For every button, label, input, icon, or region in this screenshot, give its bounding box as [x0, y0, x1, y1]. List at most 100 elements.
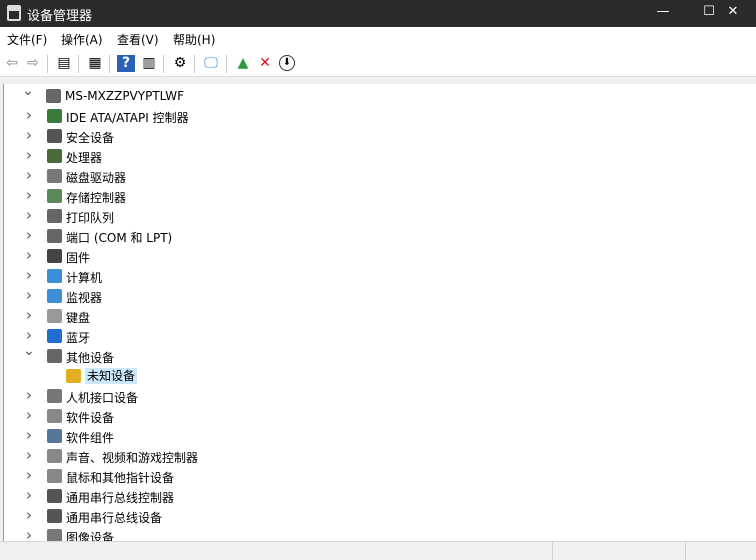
tree-item[interactable]: › IDE ATA/ATAPI 控制器: [4, 106, 704, 126]
chevron-right-icon[interactable]: ›: [23, 206, 35, 224]
tree-item[interactable]: › 存储控制器: [4, 186, 704, 206]
tree-item[interactable]: › 固件: [4, 246, 704, 266]
chevron-right-icon[interactable]: ›: [23, 506, 35, 524]
chevron-right-icon[interactable]: ›: [23, 146, 35, 164]
tree-item-unknown-device[interactable]: 未知设备: [4, 366, 704, 386]
tree-item-label: 键盘: [66, 311, 91, 325]
menu-bar: 文件(F) 操作(A) 查看(V) 帮助(H): [0, 27, 756, 50]
menu-help[interactable]: 帮助(H): [173, 31, 215, 48]
show-hide-console-tree-button[interactable]: ▤: [55, 55, 73, 72]
tree-item[interactable]: › 鼠标和其他指针设备: [4, 466, 704, 486]
toolbar-separator: [163, 55, 164, 73]
chevron-right-icon[interactable]: ›: [23, 426, 35, 444]
properties-button[interactable]: ▦: [86, 55, 104, 72]
chevron-right-icon[interactable]: ›: [23, 266, 35, 284]
tree-item[interactable]: › 通用串行总线设备: [4, 506, 704, 526]
tree-item[interactable]: › 键盘: [4, 306, 704, 326]
chevron-right-icon[interactable]: ›: [23, 286, 35, 304]
scan-hardware-icon: 🖵: [204, 55, 218, 71]
toolbar-separator: [78, 55, 79, 73]
tree-item[interactable]: › 处理器: [4, 146, 704, 166]
chevron-right-icon[interactable]: ›: [23, 406, 35, 424]
chevron-right-icon[interactable]: ›: [23, 466, 35, 484]
chevron-right-icon[interactable]: ›: [23, 386, 35, 404]
uninstall-device-button[interactable]: ✕: [256, 55, 274, 72]
forward-button[interactable]: ⇨: [24, 55, 42, 72]
device-category-icon: [47, 289, 62, 303]
tree-item[interactable]: › 计算机: [4, 266, 704, 286]
status-bar: [0, 541, 756, 560]
help-button[interactable]: ?: [117, 55, 135, 72]
title-bar: 设备管理器 — ☐ ✕: [0, 0, 756, 27]
chevron-down-icon[interactable]: ⌄: [23, 343, 35, 359]
tree-root-computer[interactable]: ⌄ MS-MXZZPVYPTLWF: [4, 84, 704, 106]
tree-item-label: 声音、视频和游戏控制器: [66, 451, 199, 465]
chevron-right-icon[interactable]: ›: [23, 186, 35, 204]
device-category-icon: [47, 449, 62, 463]
tree-item[interactable]: › 端口 (COM 和 LPT): [4, 226, 704, 246]
forward-icon: ⇨: [27, 55, 39, 71]
tree-item[interactable]: › 蓝牙: [4, 326, 704, 346]
chevron-right-icon[interactable]: ›: [23, 126, 35, 144]
tree-item[interactable]: › 监视器: [4, 286, 704, 306]
action-pane-icon: ▥: [142, 55, 156, 71]
chevron-right-icon[interactable]: ›: [23, 326, 35, 344]
tree-item[interactable]: ⌄ 其他设备: [4, 343, 704, 366]
chevron-right-icon[interactable]: ›: [23, 306, 35, 324]
tree-item[interactable]: › 软件组件: [4, 426, 704, 446]
properties-icon: ▦: [88, 55, 102, 71]
tree-item[interactable]: › 人机接口设备: [4, 386, 704, 406]
tree-item-label: 图像设备: [66, 531, 115, 541]
chevron-right-icon[interactable]: ›: [23, 106, 35, 124]
tree-item-label: 固件: [66, 251, 91, 265]
device-category-icon: [47, 429, 62, 443]
toolbar-separator: [226, 55, 227, 73]
tree-item[interactable]: › 软件设备: [4, 406, 704, 426]
tree-item-label: IDE ATA/ATAPI 控制器: [66, 111, 189, 125]
tree-item-label: MS-MXZZPVYPTLWF: [65, 89, 185, 103]
minimize-button[interactable]: —: [640, 0, 686, 27]
toolbar-separator: [194, 55, 195, 73]
tree-item-label: 软件设备: [66, 411, 115, 425]
device-category-icon: [47, 209, 62, 223]
update-driver-button[interactable]: ⚙: [171, 55, 189, 72]
tree-item[interactable]: › 磁盘驱动器: [4, 166, 704, 186]
tree-item-label: 未知设备: [85, 368, 138, 384]
enable-device-button[interactable]: ▲: [234, 55, 252, 72]
menu-file[interactable]: 文件(F): [7, 31, 47, 48]
menu-view[interactable]: 查看(V): [117, 31, 159, 48]
tree-item-label: 通用串行总线设备: [66, 511, 163, 525]
chevron-right-icon[interactable]: ›: [23, 446, 35, 464]
action-pane-button[interactable]: ▥: [140, 55, 158, 72]
device-category-icon: [47, 469, 62, 483]
chevron-right-icon[interactable]: ›: [23, 486, 35, 504]
chevron-right-icon[interactable]: ›: [23, 226, 35, 244]
device-category-icon: [47, 189, 62, 203]
tree-item[interactable]: › 安全设备: [4, 126, 704, 146]
window-title: 设备管理器: [27, 9, 93, 24]
back-button[interactable]: ⇦: [3, 55, 21, 72]
close-button[interactable]: ✕: [710, 0, 756, 27]
device-category-icon: [47, 229, 62, 243]
chevron-down-icon[interactable]: ⌄: [22, 84, 34, 99]
tree-item-label: 鼠标和其他指针设备: [66, 471, 175, 485]
device-category-icon: [47, 409, 62, 423]
scan-hardware-button[interactable]: 🖵: [202, 55, 220, 72]
device-category-icon: [47, 509, 62, 523]
tree-item[interactable]: › 图像设备: [4, 526, 704, 541]
uninstall-device-icon: ✕: [259, 55, 271, 71]
device-category-icon: [47, 329, 62, 343]
enable-device-icon: ▲: [237, 55, 249, 71]
status-divider: [685, 542, 686, 560]
update-driver-icon: ⚙: [173, 55, 187, 71]
tree-item[interactable]: › 打印队列: [4, 206, 704, 226]
chevron-right-icon[interactable]: ›: [23, 246, 35, 264]
device-tree[interactable]: ⌄ MS-MXZZPVYPTLWF › IDE ATA/ATAPI 控制器 › 安全设备 ›…: [3, 84, 756, 541]
chevron-right-icon[interactable]: ›: [23, 526, 35, 541]
menu-action[interactable]: 操作(A): [61, 31, 103, 48]
chevron-right-icon[interactable]: ›: [23, 166, 35, 184]
device-category-icon: [47, 349, 62, 363]
tree-item[interactable]: › 通用串行总线控制器: [4, 486, 704, 506]
tree-item[interactable]: › 声音、视频和游戏控制器: [4, 446, 704, 466]
disable-device-button[interactable]: ⬇: [279, 55, 295, 71]
